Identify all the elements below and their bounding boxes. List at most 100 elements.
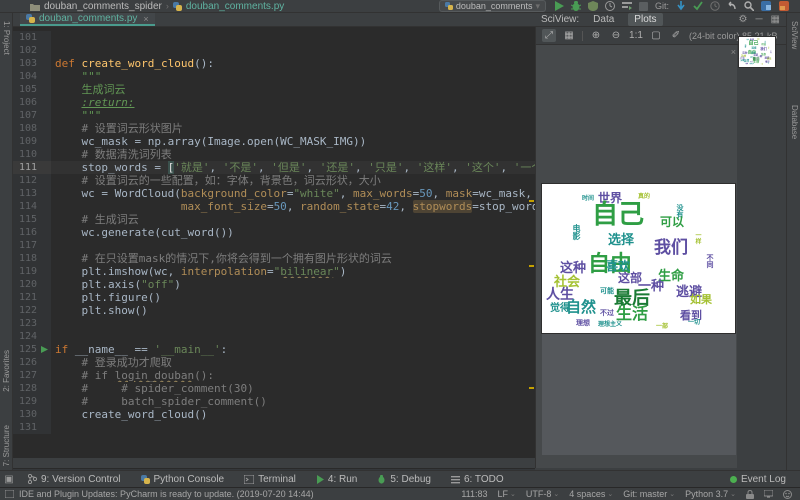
code-line[interactable]: 106 :return:: [13, 96, 535, 109]
update-project-button[interactable]: [676, 1, 686, 11]
line-number[interactable]: 105: [13, 83, 39, 96]
code-line[interactable]: 129 # batch_spider_comment(): [13, 395, 535, 408]
code-line[interactable]: 109 wc_mask = np.array(Image.open(WC_MAS…: [13, 135, 535, 148]
line-number[interactable]: 121: [13, 291, 39, 304]
run-with-options-button[interactable]: [622, 1, 632, 11]
line-number[interactable]: 131: [13, 421, 39, 434]
zoom-in-icon[interactable]: ⊕: [589, 29, 603, 42]
line-number[interactable]: 120: [13, 278, 39, 291]
code-line[interactable]: 126 # 登录成功才爬取: [13, 356, 535, 369]
tab-close-icon[interactable]: ×: [143, 14, 148, 24]
line-separator-widget[interactable]: LF⌄: [498, 489, 516, 499]
tool-button-todo[interactable]: 6: TODO: [441, 471, 514, 488]
tool-button-run[interactable]: 4: Run: [306, 471, 367, 488]
line-number[interactable]: 104: [13, 70, 39, 83]
code-line[interactable]: 120 plt.axis("off"): [13, 278, 535, 291]
coverage-button[interactable]: [588, 1, 598, 11]
event-log-button[interactable]: Event Log: [730, 474, 800, 485]
code-line[interactable]: 102: [13, 44, 535, 57]
editor-tab-douban-comments[interactable]: douban_comments.py ×: [20, 13, 155, 26]
line-number[interactable]: 106: [13, 96, 39, 109]
code-line[interactable]: 105 生成词云: [13, 83, 535, 96]
code-line[interactable]: 112 # 设置词云的一些配置，如：字体，背景色，词云形状，大小: [13, 174, 535, 187]
line-number[interactable]: 127: [13, 369, 39, 382]
error-stripe-mark[interactable]: [529, 200, 534, 202]
hide-icon[interactable]: ─: [755, 14, 762, 25]
line-number[interactable]: 123: [13, 317, 39, 330]
line-number[interactable]: 126: [13, 356, 39, 369]
pipette-icon[interactable]: ✐: [669, 29, 683, 42]
error-stripe-mark[interactable]: [529, 387, 534, 389]
code-line[interactable]: 123: [13, 317, 535, 330]
line-number[interactable]: 101: [13, 31, 39, 44]
inspections-hector-icon[interactable]: [783, 490, 792, 499]
tool-button-database[interactable]: Database: [790, 105, 799, 139]
encoding-widget[interactable]: UTF-8⌄: [526, 489, 559, 499]
plugin-icon-orange[interactable]: [779, 1, 790, 11]
line-number[interactable]: 102: [13, 44, 39, 57]
line-number[interactable]: 124: [13, 330, 39, 343]
line-number[interactable]: 112: [13, 174, 39, 187]
code-line[interactable]: 114 max_font_size=50, random_state=42, s…: [13, 200, 535, 213]
line-number[interactable]: 114: [13, 200, 39, 213]
commit-button[interactable]: [693, 1, 703, 11]
wordcloud-plot-image[interactable]: 世界时间真的自己没有可以电影选择我们一样自由生命不同这种喜欢这部社会一种人生可能…: [542, 184, 735, 333]
code-line[interactable]: 119 plt.imshow(wc, interpolation="biline…: [13, 265, 535, 278]
line-number[interactable]: 119: [13, 265, 39, 278]
line-number[interactable]: 108: [13, 122, 39, 135]
breadcrumb-project[interactable]: douban_comments_spider: [44, 1, 162, 12]
code-line[interactable]: 118 # 在只设置mask的情况下,你将会得到一个拥有图片形状的词云: [13, 252, 535, 265]
fit-zoom-icon[interactable]: ⤢: [542, 29, 556, 42]
line-number[interactable]: 110: [13, 148, 39, 161]
code-line[interactable]: 121 plt.figure(): [13, 291, 535, 304]
code-line[interactable]: 113 wc = WordCloud(background_color="whi…: [13, 187, 535, 200]
line-number[interactable]: 118: [13, 252, 39, 265]
line-number[interactable]: 129: [13, 395, 39, 408]
tool-window-switcher-icon[interactable]: ▣: [0, 474, 18, 485]
profiler-button[interactable]: [605, 1, 615, 11]
code-line[interactable]: 130 create_word_cloud(): [13, 408, 535, 421]
code-line[interactable]: 131: [13, 421, 535, 434]
line-number[interactable]: 115: [13, 213, 39, 226]
status-message[interactable]: IDE and Plugin Updates: PyCharm is ready…: [19, 489, 314, 499]
code-line[interactable]: 108 # 设置词云形状图片: [13, 122, 535, 135]
code-line[interactable]: 103def create_word_cloud():: [13, 57, 535, 70]
breadcrumb-file[interactable]: douban_comments.py: [186, 1, 284, 12]
screen-reader-icon[interactable]: [764, 490, 773, 498]
thumbnail-close-icon[interactable]: ×: [731, 47, 736, 57]
line-number[interactable]: 128: [13, 382, 39, 395]
interpreter-widget[interactable]: Python 3.7⌄: [685, 489, 736, 499]
search-everywhere-icon[interactable]: [744, 1, 754, 11]
line-number[interactable]: 125: [13, 343, 39, 356]
lock-icon[interactable]: [746, 490, 754, 499]
tool-button-version-control[interactable]: 9: Version Control: [18, 471, 131, 488]
caret-position-widget[interactable]: 111:83: [461, 489, 487, 499]
history-button[interactable]: [710, 1, 720, 11]
code-line[interactable]: 127 # if login_douban():: [13, 369, 535, 382]
code-line[interactable]: 115 # 生成词云: [13, 213, 535, 226]
actual-size-button[interactable]: 1:1: [629, 29, 643, 42]
tool-button-python-console[interactable]: Python Console: [131, 471, 235, 488]
code-line[interactable]: 116 wc.generate(cut_word()): [13, 226, 535, 239]
chessboard-icon[interactable]: ▢: [649, 29, 663, 42]
run-button[interactable]: [554, 1, 564, 11]
code-line[interactable]: 122 plt.show(): [13, 304, 535, 317]
line-number[interactable]: 103: [13, 57, 39, 70]
tool-button-structure[interactable]: 7: Structure: [2, 425, 11, 466]
plot-thumbnail[interactable]: 世界时间真的自己没有可以电影选择我们一样自由生命不同这种喜欢这部社会一种人生可能…: [739, 37, 775, 67]
code-line[interactable]: 101: [13, 31, 535, 44]
layout-icon[interactable]: ▦: [771, 14, 780, 25]
line-number[interactable]: 107: [13, 109, 39, 122]
tool-button-debug[interactable]: 5: Debug: [367, 471, 441, 488]
code-line[interactable]: 125if __name__ == '__main__':: [13, 343, 535, 356]
tool-button-sciview[interactable]: SciView: [790, 21, 799, 49]
code-line[interactable]: 124: [13, 330, 535, 343]
code-editor[interactable]: 101102103def create_word_cloud():104 """…: [13, 27, 535, 458]
line-number[interactable]: 117: [13, 239, 39, 252]
gear-icon[interactable]: ⚙: [738, 14, 747, 25]
code-line[interactable]: 104 """: [13, 70, 535, 83]
sciview-tab-plots[interactable]: Plots: [628, 13, 662, 26]
run-gutter-icon[interactable]: [39, 343, 51, 356]
sciview-tab-data[interactable]: Data: [587, 13, 620, 26]
zoom-out-icon[interactable]: ⊖: [609, 29, 623, 42]
